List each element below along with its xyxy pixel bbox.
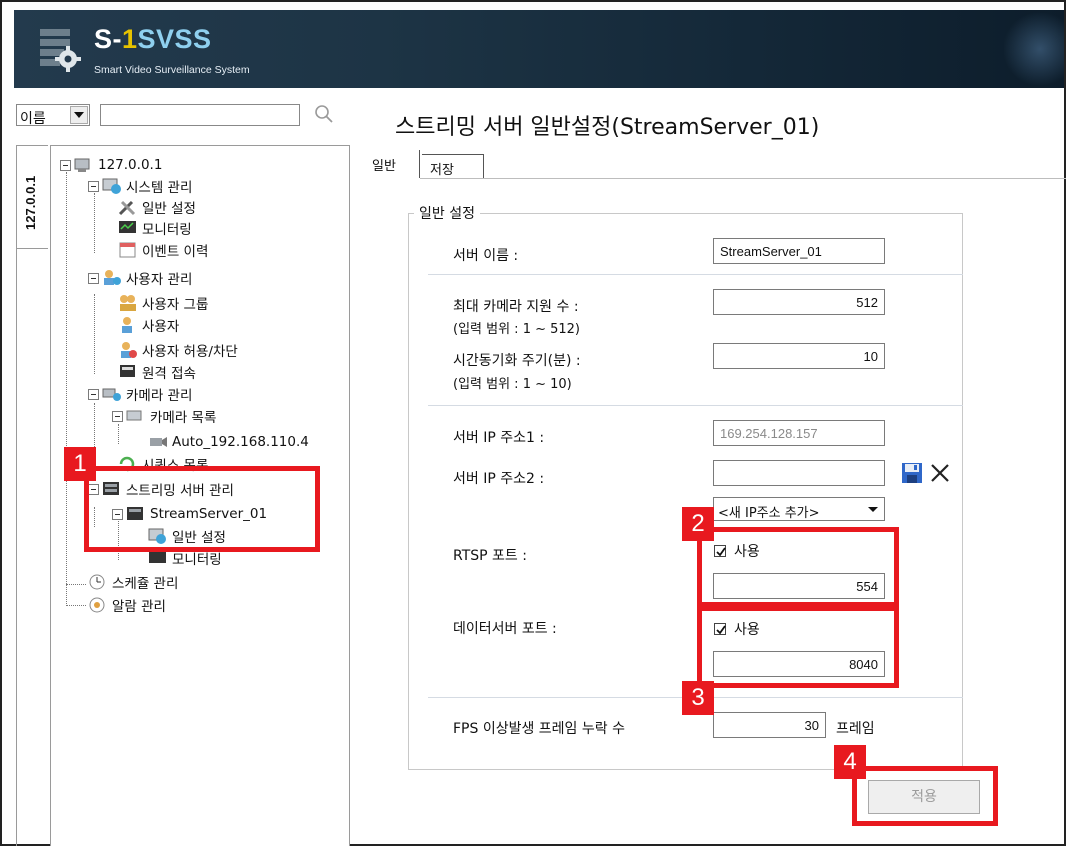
server-name-input[interactable]: StreamServer_01 (713, 238, 885, 264)
search-input[interactable] (100, 104, 300, 126)
monitor-icon (118, 219, 138, 237)
tree-line (118, 424, 119, 444)
alarm-icon (88, 596, 108, 614)
step-badge-3: 3 (682, 681, 714, 715)
user-block-icon (118, 341, 138, 359)
tree-item-system-mgmt[interactable]: 시스템 관리 (88, 176, 192, 196)
server-name-label: 서버 이름 : (453, 248, 519, 264)
tree-item-general-settings[interactable]: 일반 설정 (118, 197, 196, 217)
tree-line (66, 584, 86, 585)
app-logo-title: S-1SVSS (94, 24, 212, 54)
page-title: 스트리밍 서버 일반설정(StreamServer_01) (395, 115, 820, 140)
highlight-box-4 (852, 766, 998, 826)
calendar-icon (118, 241, 138, 259)
collapse-icon[interactable] (112, 410, 123, 422)
ip-address-select-value: <새 IP주소 추가> (718, 506, 820, 521)
fps-drop-input[interactable]: 30 (713, 712, 826, 738)
tree-item-monitoring[interactable]: 모니터링 (118, 218, 192, 238)
tree-line (66, 172, 67, 606)
tree-item-root[interactable]: 127.0.0.1 (60, 155, 162, 175)
max-cameras-range: (입력 범위 : 1 ~ 512) (453, 322, 581, 337)
tree-item-event-history[interactable]: 이벤트 이력 (118, 240, 208, 260)
tree-item-remote-access[interactable]: 원격 접속 (118, 362, 196, 382)
camera-gear-icon (102, 385, 122, 403)
step-badge-1: 1 (64, 447, 96, 481)
panel-border (16, 249, 17, 846)
system-gear-icon (102, 177, 122, 195)
chevron-down-icon[interactable] (70, 106, 88, 124)
floppy-save-icon[interactable] (900, 461, 924, 485)
step-badge-4: 4 (834, 745, 866, 779)
side-tab-host[interactable]: 127.0.0.1 (16, 145, 48, 249)
ip1-label: 서버 IP 주소1 : (453, 430, 545, 446)
dataserver-port-label: 데이터서버 포트 : (453, 621, 557, 637)
header-decoration (1004, 10, 1064, 88)
collapse-icon[interactable] (88, 180, 99, 192)
highlight-box-2 (697, 527, 899, 607)
section-divider (428, 405, 963, 406)
collapse-icon[interactable] (88, 388, 99, 400)
collapse-icon[interactable] (88, 272, 99, 284)
search-field-select[interactable]: 이름 (16, 104, 90, 127)
tab-general[interactable]: 일반 (362, 150, 420, 178)
user-group-icon (118, 294, 138, 312)
highlight-box-1 (84, 466, 320, 552)
ip1-input[interactable]: 169.254.128.157 (713, 420, 885, 446)
close-x-icon[interactable] (928, 461, 952, 485)
time-sync-label: 시간동기화 주기(분) : (453, 353, 581, 369)
fps-drop-label: FPS 이상발생 프레임 누락 수 (453, 721, 625, 737)
tree-item-camera[interactable]: Auto_192.168.110.4 (148, 432, 309, 452)
tree-line (94, 294, 95, 374)
rtsp-port-label: RTSP 포트 : (453, 548, 527, 564)
time-sync-input[interactable]: 10 (713, 343, 885, 369)
app-header: S-1SVSS Smart Video Surveillance System (14, 10, 1064, 88)
tree-item-user-group[interactable]: 사용자 그룹 (118, 293, 208, 313)
tree-item-schedule-mgmt[interactable]: 스케쥴 관리 (88, 572, 178, 592)
remote-terminal-icon (118, 363, 138, 381)
tree-item-camera-mgmt[interactable]: 카메라 관리 (88, 384, 192, 404)
users-gear-icon (102, 269, 122, 287)
tree-line (94, 193, 95, 253)
search-field-select-value: 이름 (20, 111, 46, 127)
ip2-label: 서버 IP 주소2 : (453, 471, 545, 487)
max-cameras-input[interactable]: 512 (713, 289, 885, 315)
step-badge-2: 2 (682, 507, 714, 541)
tab-save[interactable]: 저장 (422, 154, 484, 178)
user-icon (118, 316, 138, 334)
collapse-icon[interactable] (60, 159, 71, 171)
time-sync-range: (입력 범위 : 1 ~ 10) (453, 377, 572, 392)
server-gear-icon (40, 29, 81, 72)
side-tab-label: 127.0.0.1 (23, 175, 38, 230)
ip2-input[interactable] (713, 460, 885, 486)
tree-item-alarm-mgmt[interactable]: 알람 관리 (88, 595, 166, 615)
chevron-down-icon[interactable] (864, 500, 882, 518)
tree-item-user-allow-block[interactable]: 사용자 허용/차단 (118, 340, 238, 360)
camera-icon (148, 433, 168, 451)
ip-address-select[interactable]: <새 IP주소 추가> (713, 497, 885, 521)
camera-list-icon (126, 407, 146, 425)
search-icon[interactable] (314, 104, 334, 124)
fps-unit-label: 프레임 (836, 721, 875, 737)
tools-icon (118, 198, 138, 216)
max-cameras-label: 최대 카메라 지원 수 : (453, 299, 579, 315)
tree-item-user[interactable]: 사용자 (118, 315, 179, 335)
tree-item-user-mgmt[interactable]: 사용자 관리 (88, 268, 192, 288)
section-divider (428, 274, 963, 275)
tree-line (66, 605, 86, 606)
host-computer-icon (74, 156, 94, 174)
tree-item-camera-list[interactable]: 카메라 목록 (112, 406, 216, 426)
group-title: 일반 설정 (414, 203, 480, 223)
tab-divider (420, 178, 1066, 179)
schedule-clock-icon (88, 573, 108, 591)
highlight-box-3 (697, 606, 899, 688)
app-logo-subtitle: Smart Video Surveillance System (94, 64, 250, 76)
